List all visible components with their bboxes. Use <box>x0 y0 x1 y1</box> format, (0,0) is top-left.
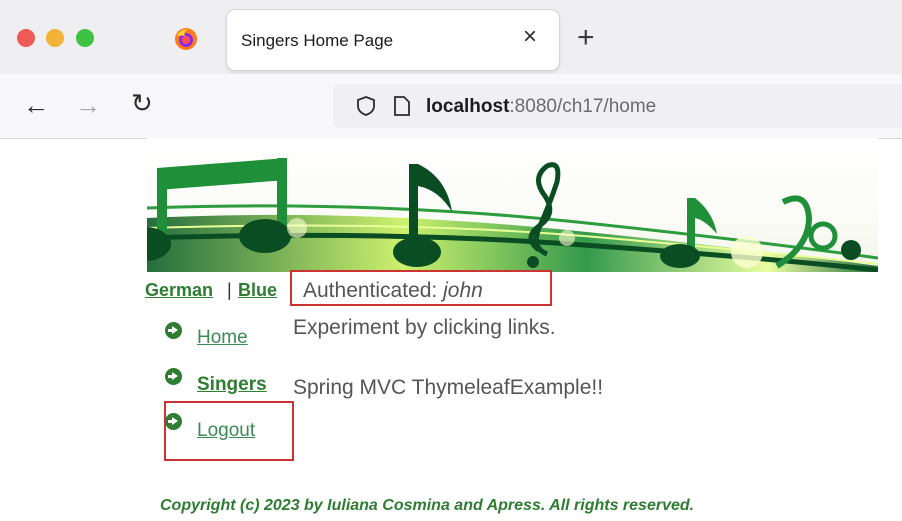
arrow-right-circle-icon <box>165 413 182 430</box>
blue-link-label[interactable]: Blue <box>238 280 277 300</box>
menu-item-singers[interactable]: Singers <box>197 374 267 396</box>
blue-theme-link[interactable]: Blue <box>238 280 277 301</box>
german-link-label[interactable]: German <box>145 280 213 300</box>
arrow-right-circle-icon <box>165 368 182 385</box>
url-host: localhost <box>426 96 510 117</box>
url-text[interactable]: localhost:8080/ch17/home <box>426 96 656 118</box>
menu-item-home[interactable]: Home <box>197 327 248 349</box>
german-link[interactable]: German <box>145 280 213 301</box>
singers-link[interactable]: Singers <box>197 374 267 395</box>
auth-label: Authenticated: <box>303 279 444 302</box>
firefox-icon <box>175 28 197 50</box>
close-tab-icon[interactable]: × <box>523 25 537 49</box>
zoom-window-button[interactable] <box>76 29 94 47</box>
url-path: :8080/ch17/home <box>509 96 657 117</box>
logout-link[interactable]: Logout <box>197 420 255 441</box>
back-button[interactable]: ← <box>23 92 49 118</box>
address-bar[interactable]: localhost:8080/ch17/home <box>333 84 902 128</box>
tab-singers-home[interactable]: Singers Home Page × <box>227 10 559 70</box>
navigation-bar: ← → ↻ localhost:8080/ch17/home <box>0 74 902 139</box>
arrow-right-circle-icon <box>165 322 182 339</box>
new-tab-button[interactable]: + <box>577 23 595 53</box>
auth-username: john <box>443 279 483 302</box>
reload-button[interactable]: ↻ <box>131 90 153 116</box>
footer-copyright: Copyright (c) 2023 by Iuliana Cosmina an… <box>160 497 695 514</box>
lang-separator: | <box>227 280 232 300</box>
forward-button[interactable]: → <box>75 92 101 118</box>
page-icon[interactable] <box>393 95 411 117</box>
authenticated-status: Authenticated: john <box>303 279 483 303</box>
menu-item-logout[interactable]: Logout <box>197 420 255 442</box>
intro-text: Experiment by clicking links. <box>293 316 556 339</box>
minimize-window-button[interactable] <box>46 29 64 47</box>
music-banner-image <box>147 138 878 272</box>
page-headline: Spring MVC ThymeleafExample!! <box>293 376 604 399</box>
browser-tab-bar: Singers Home Page × + <box>0 0 902 74</box>
close-window-button[interactable] <box>17 29 35 47</box>
shield-icon[interactable] <box>355 95 377 117</box>
tab-title: Singers Home Page <box>241 31 394 50</box>
home-link[interactable]: Home <box>197 327 248 348</box>
